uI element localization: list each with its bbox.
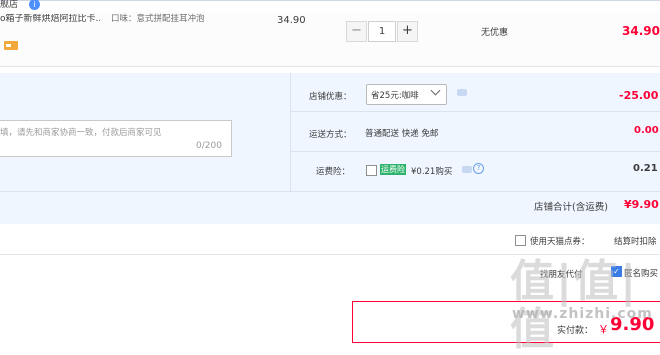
top-border [0, 0, 660, 1]
chat-icon[interactable] [462, 166, 472, 173]
row-divider [290, 111, 660, 112]
store-total-label: 店铺合计(含运费) [534, 202, 608, 213]
settle-deduct-label: 结算时扣除 [614, 237, 657, 247]
insurance-tag: 运费险 [380, 164, 406, 175]
watermark-url: www.zhizhi.com [512, 306, 653, 322]
shipping-amount: 0.00 [634, 125, 659, 136]
coupon-label: 店铺优惠： [309, 92, 352, 102]
decrease-quantity-button[interactable]: − [346, 21, 367, 42]
coupon-selected-value: 省25元:咖啡 [371, 91, 419, 101]
tmall-coupon-checkbox[interactable] [515, 235, 526, 246]
insurance-checkbox[interactable] [366, 165, 377, 176]
memo-char-count: 0/200 [196, 141, 222, 151]
chat-icon[interactable] [457, 89, 467, 96]
insurance-amount: 0.21 [633, 163, 658, 174]
row-divider [0, 191, 660, 192]
help-icon[interactable]: ? [473, 163, 484, 174]
item-title-link[interactable]: o箱子新鲜烘焙阿拉比卡... [0, 14, 100, 25]
credit-card-icon [4, 41, 18, 50]
unit-price: 34.90 [277, 15, 306, 26]
insurance-label: 运费险： [316, 167, 351, 177]
coupon-amount: -25.00 [619, 89, 659, 102]
shipping-method: 普通配送 快递 免邮 [365, 129, 439, 139]
store-total-amount: ¥9.90 [624, 198, 659, 211]
quantity-input[interactable]: 1 [368, 21, 396, 42]
insurance-price: ¥0.21购买 [411, 167, 453, 177]
section-divider [0, 254, 660, 255]
store-info-icon[interactable]: i [29, 0, 40, 10]
item-discount: 无优惠 [481, 28, 509, 38]
store-name[interactable]: 舰店 [0, 0, 18, 11]
item-attributes: 口味：意式拼配挂耳冲泡 [111, 14, 205, 24]
item-subtotal: 34.90 [622, 24, 660, 38]
row-divider [290, 151, 660, 152]
increase-quantity-button[interactable]: + [397, 21, 418, 42]
panel-divider [290, 73, 291, 192]
tmall-coupon-label: 使用天猫点券： [530, 237, 590, 247]
memo-placeholder: 填，请先和商家协商一致，付款后商家可见 [0, 128, 162, 138]
shipping-label: 运送方式： [309, 130, 352, 140]
